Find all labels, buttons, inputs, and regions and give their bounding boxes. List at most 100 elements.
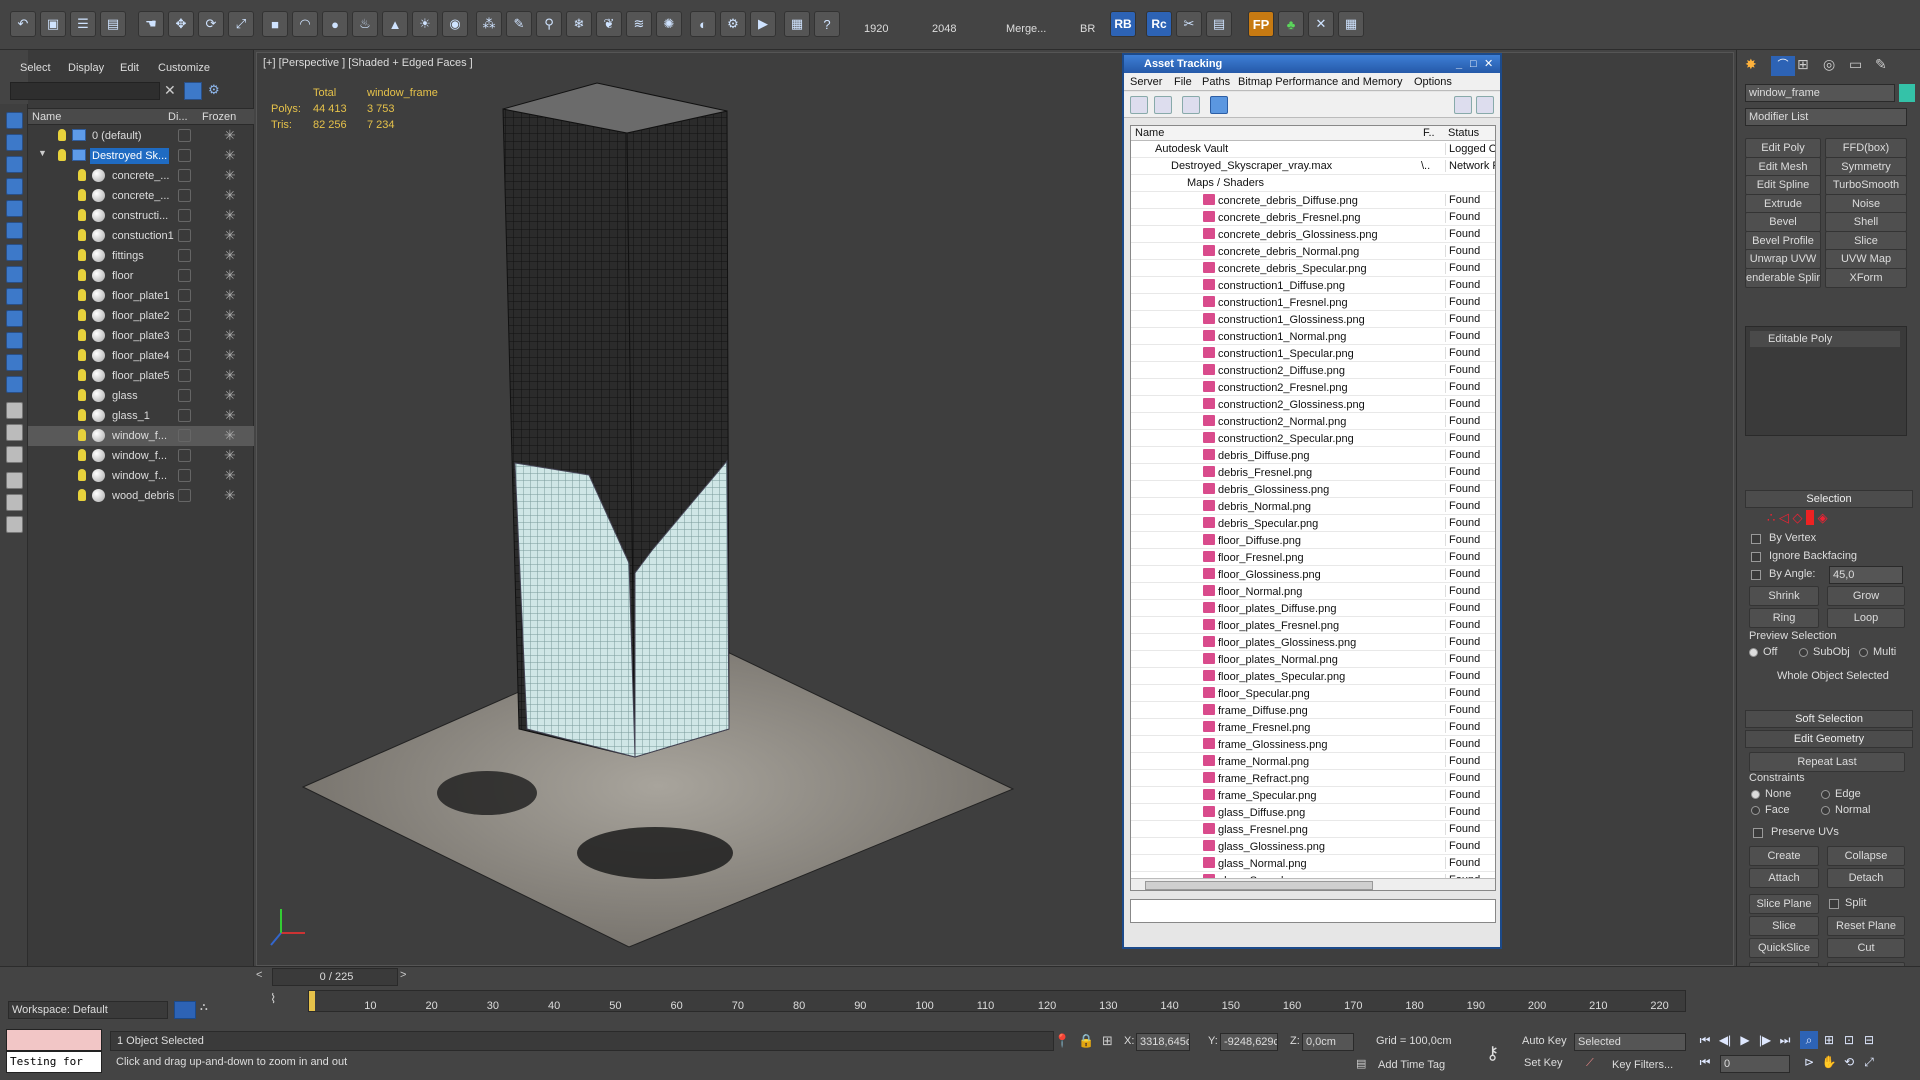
asset-horizontal-scrollbar[interactable]: [1131, 878, 1495, 890]
scene-explorer-icon[interactable]: ☰: [70, 11, 96, 37]
stack-editable-poly[interactable]: Editable Poly: [1750, 331, 1900, 347]
freeze-snowflake-icon[interactable]: ✳: [224, 327, 236, 344]
context-help-icon[interactable]: [1476, 96, 1494, 114]
angle-spinner[interactable]: 45,0: [1829, 566, 1903, 584]
asset-menu-paths[interactable]: Paths: [1202, 76, 1230, 88]
list-view-icon[interactable]: [1154, 96, 1172, 114]
display-toggle-icon[interactable]: [178, 469, 191, 482]
display-cameras-icon[interactable]: [6, 200, 23, 217]
layer-toggle-icon[interactable]: ⚙: [208, 82, 220, 98]
previous-frame-icon[interactable]: ◀|: [1716, 1031, 1734, 1049]
asset-file-row[interactable]: concrete_debris_Diffuse.png Found: [1131, 192, 1495, 209]
visibility-bulb-icon[interactable]: [78, 209, 86, 221]
modifier-button[interactable]: TurboSmooth: [1825, 175, 1907, 195]
spreadsheet-icon[interactable]: ▦: [1338, 11, 1364, 37]
merge-button[interactable]: Merge...: [1006, 23, 1046, 35]
maxscript-listener-pink[interactable]: [6, 1029, 102, 1051]
scrollbar-thumb[interactable]: [1145, 881, 1373, 890]
cut-button[interactable]: Cut: [1827, 938, 1905, 958]
soft-selection-rollout-header[interactable]: Soft Selection: [1745, 710, 1913, 728]
asset-file-row[interactable]: construction1_Glossiness.png Found: [1131, 311, 1495, 328]
display-hidden-icon[interactable]: [6, 376, 23, 393]
preserve-uvs-checkbox[interactable]: [1753, 828, 1763, 838]
freeze-snowflake-icon[interactable]: ✳: [224, 247, 236, 264]
options-icon[interactable]: [6, 516, 23, 533]
display-shapes-icon[interactable]: [6, 156, 23, 173]
asset-file-row[interactable]: concrete_debris_Normal.png Found: [1131, 243, 1495, 260]
transform-mode-icon[interactable]: ⊞: [1102, 1033, 1113, 1049]
create-tab-icon[interactable]: ✸: [1745, 56, 1769, 76]
freeze-snowflake-icon[interactable]: ✳: [224, 227, 236, 244]
render-setup-icon[interactable]: ⚙: [720, 11, 746, 37]
asset-file-row[interactable]: glass_Normal.png Found: [1131, 855, 1495, 872]
asset-file-row[interactable]: construction2_Specular.png Found: [1131, 430, 1495, 447]
maximize-icon[interactable]: □: [1470, 55, 1477, 73]
asset-file-row[interactable]: construction2_Fresnel.png Found: [1131, 379, 1495, 396]
display-toggle-icon[interactable]: [178, 409, 191, 422]
modifier-button[interactable]: FFD(box): [1825, 138, 1907, 158]
pan-icon[interactable]: ✋: [1820, 1053, 1838, 1071]
modifier-button[interactable]: Slice: [1825, 230, 1907, 251]
file-icon[interactable]: ▦: [784, 11, 810, 37]
explorer-row[interactable]: constuction1 ✳: [28, 226, 254, 246]
current-frame-field[interactable]: 0: [1720, 1055, 1790, 1073]
modifier-button[interactable]: enderable Splir: [1745, 267, 1821, 288]
ring-button[interactable]: Ring: [1749, 608, 1819, 628]
visibility-bulb-icon[interactable]: [78, 489, 86, 501]
modifier-button[interactable]: Edit Poly: [1745, 138, 1821, 158]
help-icon[interactable]: ?: [814, 11, 840, 37]
minimize-icon[interactable]: _: [1456, 55, 1462, 73]
lock-icon[interactable]: 🔒: [1078, 1033, 1094, 1049]
modifier-button[interactable]: UVW Map: [1825, 249, 1907, 269]
explorer-row[interactable]: concrete_... ✳: [28, 186, 254, 206]
next-frame-icon[interactable]: |▶: [1756, 1031, 1774, 1049]
display-invert-icon[interactable]: [6, 424, 23, 441]
display-containers-icon[interactable]: [6, 332, 23, 349]
asset-file-row[interactable]: concrete_debris_Glossiness.png Found: [1131, 226, 1495, 243]
visibility-bulb-icon[interactable]: [78, 249, 86, 261]
display-lights-icon[interactable]: [6, 178, 23, 195]
visibility-bulb-icon[interactable]: [78, 449, 86, 461]
freeze-snowflake-icon[interactable]: ✳: [224, 467, 236, 484]
dome-primitive-icon[interactable]: ◠: [292, 11, 318, 37]
visibility-bulb-icon[interactable]: [78, 369, 86, 381]
slice-button[interactable]: Slice: [1749, 916, 1819, 936]
sort-icon[interactable]: [6, 494, 23, 511]
asset-file-row[interactable]: floor_Normal.png Found: [1131, 583, 1495, 600]
split-checkbox[interactable]: [1829, 899, 1839, 909]
asset-menu-server[interactable]: Server: [1130, 76, 1162, 88]
asset-file-row[interactable]: concrete_debris_Fresnel.png Found: [1131, 209, 1495, 226]
modifier-button[interactable]: Edit Mesh: [1745, 156, 1821, 177]
rc-button[interactable]: Rc: [1146, 11, 1172, 37]
asset-menu-file[interactable]: File: [1174, 76, 1192, 88]
asset-file-row[interactable]: frame_Refract.png Found: [1131, 770, 1495, 787]
visibility-bulb-icon[interactable]: [78, 349, 86, 361]
asset-path-field[interactable]: [1130, 899, 1496, 923]
sphere-primitive-icon[interactable]: ●: [322, 11, 348, 37]
quickslice-button[interactable]: QuickSlice: [1749, 938, 1819, 958]
asset-file-row[interactable]: construction2_Glossiness.png Found: [1131, 396, 1495, 413]
visibility-bulb-icon[interactable]: [58, 149, 66, 161]
freeze-snowflake-icon[interactable]: ✳: [224, 307, 236, 324]
y-coordinate-field[interactable]: -9248,629c: [1220, 1033, 1278, 1051]
table-view-icon[interactable]: [1210, 96, 1228, 114]
display-toggle-icon[interactable]: [178, 309, 191, 322]
preview-off-radio[interactable]: [1749, 648, 1758, 657]
tools-icon[interactable]: ✂: [1176, 11, 1202, 37]
explorer-row[interactable]: Destroyed Sk... ✳: [28, 146, 254, 166]
loop-button[interactable]: Loop: [1827, 608, 1905, 628]
display-toggle-icon[interactable]: [178, 369, 191, 382]
asset-file-row[interactable]: frame_Glossiness.png Found: [1131, 736, 1495, 753]
visibility-bulb-icon[interactable]: [78, 289, 86, 301]
explorer-row[interactable]: window_f... ✳: [28, 426, 254, 446]
asset-file-row[interactable]: construction1_Fresnel.png Found: [1131, 294, 1495, 311]
display-bones-icon[interactable]: [6, 310, 23, 327]
layer-explorer-icon[interactable]: [174, 1001, 196, 1019]
collapse-button[interactable]: Collapse: [1827, 846, 1905, 866]
asset-tree-row[interactable]: Maps / Shaders: [1131, 175, 1495, 192]
asset-tree-row[interactable]: Autodesk Vault Logged O: [1131, 141, 1495, 158]
explorer-row[interactable]: constructi... ✳: [28, 206, 254, 226]
explorer-row[interactable]: glass_1 ✳: [28, 406, 254, 426]
explorer-menu-edit[interactable]: Edit: [120, 62, 139, 74]
isolate-icon[interactable]: 📍: [1054, 1033, 1070, 1049]
